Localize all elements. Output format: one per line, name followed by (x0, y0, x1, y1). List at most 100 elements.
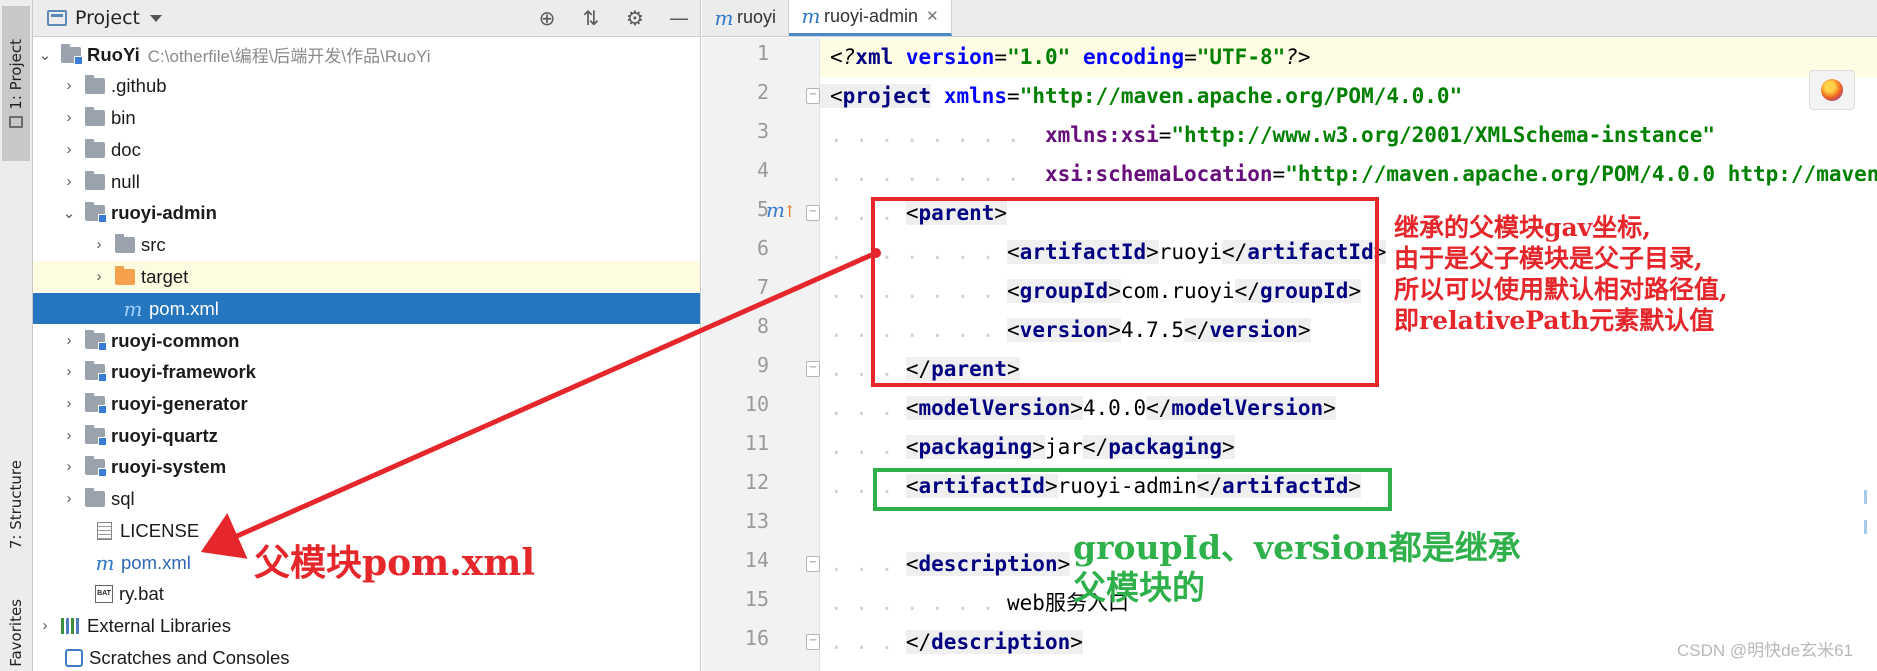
note-line: 继承的父模块gav坐标, (1394, 213, 1651, 242)
gear-icon[interactable]: ⚙ (624, 6, 646, 30)
tree-item-src[interactable]: › src (33, 229, 700, 260)
tree-item-github[interactable]: › .github (33, 70, 700, 101)
tree-item-label: ruoyi-admin (111, 201, 217, 223)
note-line: 所以可以使用默认相对路径值, (1394, 275, 1728, 304)
tree-item-label: Scratches and Consoles (89, 646, 290, 668)
chevron-right-icon[interactable]: › (91, 236, 107, 253)
tree-item-scratches[interactable]: Scratches and Consoles (33, 642, 700, 671)
tree-item-null[interactable]: › null (33, 166, 700, 197)
tab-label: ruoyi-admin (824, 5, 919, 26)
maven-parent-gutter-icon[interactable]: m (766, 198, 796, 222)
chevron-right-icon[interactable]: › (61, 109, 77, 126)
chevron-down-icon[interactable] (150, 14, 163, 22)
tree-item-label: pom.xml (121, 551, 191, 573)
tab-structure-tool-window[interactable]: 7: Structure (2, 445, 30, 565)
chevron-right-icon[interactable]: › (61, 395, 77, 412)
fold-icon[interactable]: − (806, 556, 820, 572)
tree-item-label: ruoyi-system (111, 455, 227, 477)
folder-icon (85, 170, 105, 190)
tree-item-ruoyi-generator[interactable]: › ruoyi-generator (33, 388, 700, 419)
xml-tag: description (931, 630, 1071, 654)
xml-attr: xmlns (943, 84, 1008, 108)
maven-file-icon: m (801, 4, 821, 28)
close-icon[interactable]: ✕ (926, 7, 939, 25)
chevron-right-icon[interactable]: › (61, 141, 77, 158)
line-number: 14 (744, 548, 769, 572)
fold-icon[interactable]: − (806, 205, 820, 221)
tab-ruoyi[interactable]: m ruoyi (702, 0, 790, 36)
tool-window-strip: 1: Project 7: Structure Favorites (0, 0, 33, 671)
tree-item-label: null (111, 170, 140, 192)
chevron-right-icon[interactable]: › (91, 268, 107, 285)
tree-item-target[interactable]: › target (33, 261, 700, 292)
code-line-4: . . . . . . . . xsi:schemaLocation="http… (830, 155, 1877, 194)
line-number: 6 (756, 236, 769, 260)
project-view-selector[interactable]: Project (75, 7, 140, 29)
tree-item-external-libraries[interactable]: › External Libraries (33, 610, 700, 641)
line-number: 12 (744, 470, 769, 494)
chevron-right-icon[interactable]: › (61, 363, 77, 380)
chevron-right-icon[interactable]: › (37, 617, 53, 634)
tree-item-bin[interactable]: › bin (33, 102, 700, 133)
tab-ruoyi-admin[interactable]: m ruoyi-admin ✕ (789, 0, 952, 36)
xml-text: 4.0.0 (1082, 396, 1147, 420)
chevron-right-icon[interactable]: › (61, 332, 77, 349)
code-line-3: . . . . . . . . xmlns:xsi="http://www.w3… (830, 123, 1716, 147)
editor-tab-bar: m ruoyi m ruoyi-admin ✕ (702, 0, 1877, 37)
folder-icon (85, 487, 105, 507)
tree-item-ruoyi-quartz[interactable]: › ruoyi-quartz (33, 420, 700, 451)
module-folder-icon (85, 201, 107, 223)
tab-label: ruoyi (737, 7, 777, 27)
folder-icon (115, 233, 135, 253)
maven-file-icon: m (123, 296, 143, 321)
chevron-right-icon[interactable]: › (61, 490, 77, 507)
parent-gav-note: 继承的父模块gav坐标, 由于是父子模块是父子目录, 所以可以使用默认相对路径值… (1394, 212, 1728, 336)
chevron-right-icon[interactable]: › (61, 173, 77, 190)
tab-project-tool-window[interactable]: 1: Project (2, 6, 30, 161)
module-folder-icon (61, 43, 83, 65)
code-line-2: <project xmlns="http://maven.apache.org/… (820, 77, 1462, 116)
locate-file-icon[interactable]: ⊕ (536, 6, 558, 30)
tree-item-label: LICENSE (120, 519, 200, 541)
note-line: 由于是父子模块是父子目录, (1394, 244, 1703, 273)
tab-favorites-tool-window[interactable]: Favorites (2, 595, 30, 671)
tree-item-ruoyi-common[interactable]: › ruoyi-common (33, 325, 700, 356)
project-view-icon (47, 10, 67, 26)
tree-item-root[interactable]: ⌄ RuoYi C:\otherfile\编程\后端开发\作品\RuoYi (33, 39, 700, 70)
xml-text: jar (1044, 435, 1083, 459)
chevron-right-icon[interactable]: › (61, 458, 77, 475)
open-in-browser-button[interactable] (1809, 70, 1855, 110)
tree-item-sql[interactable]: › sql (33, 483, 700, 514)
maven-file-icon: m (95, 550, 115, 575)
chevron-right-icon[interactable]: › (61, 427, 77, 444)
module-folder-icon (85, 392, 107, 414)
scroll-marker[interactable] (1864, 490, 1867, 504)
tree-item-doc[interactable]: › doc (33, 134, 700, 165)
tree-item-ruoyi-system[interactable]: › ruoyi-system (33, 451, 700, 482)
folder-icon (85, 138, 105, 158)
tree-item-ruoyi-framework[interactable]: › ruoyi-framework (33, 356, 700, 387)
xml-tag: description (918, 552, 1058, 576)
line-number: 5 (756, 197, 769, 221)
collapse-all-icon[interactable]: ⇅ (580, 6, 602, 30)
line-number: 9 (756, 353, 769, 377)
fold-icon[interactable]: − (806, 361, 820, 377)
tree-item-label: doc (111, 138, 141, 160)
code-line-16: . . . </description> (830, 630, 1083, 654)
chevron-right-icon[interactable]: › (61, 77, 77, 94)
tree-item-label: target (141, 265, 189, 287)
fold-icon[interactable]: − (806, 88, 820, 104)
chevron-down-icon[interactable]: ⌄ (37, 46, 53, 64)
xml-tag: packaging (1108, 435, 1222, 459)
chevron-down-icon[interactable]: ⌄ (61, 204, 77, 222)
fold-icon[interactable]: − (806, 634, 820, 650)
hide-panel-icon[interactable]: — (668, 6, 690, 30)
text-file-icon (97, 521, 112, 540)
tree-item-label: bin (111, 106, 136, 128)
xml-value: "http://maven.apache.org/POM/4.0.0" (1019, 84, 1463, 108)
tree-item-admin-pom[interactable]: m pom.xml (33, 293, 700, 324)
tree-item-ruoyi-admin[interactable]: ⌄ ruoyi-admin (33, 197, 700, 228)
scratches-icon (65, 648, 83, 667)
line-number: 13 (744, 509, 769, 533)
scroll-marker[interactable] (1864, 520, 1867, 534)
